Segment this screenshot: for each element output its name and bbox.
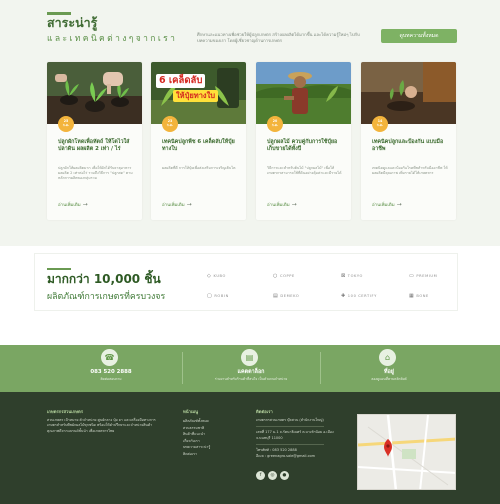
brand-logo[interactable]: ▦ BONE [409, 292, 429, 300]
footer-company: เกษตรกรสวนเกษตร บุ๊คสวน (สำนักงานใหญ่) [256, 418, 324, 422]
article-card[interactable]: 25 ก.ค. ปลูกผักโหดเพื่อหัตถ์ ให้โตไวใส่ป… [47, 62, 142, 220]
site-footer: เกษตรกรสวนเกษตร สวนเกษตร เป้าหมาย ตัวจำห… [0, 392, 500, 504]
arrow-right-icon: → [186, 201, 192, 208]
product-stats-section: มากกว่า 10,000 ชิ้น ผลิตภัณฑ์การเกษตรที่… [34, 253, 458, 311]
footer-about-text: สวนเกษตร เป้าหมาย ตัวจำหน่าย ศูนย์กลาง ป… [47, 418, 156, 433]
article-card[interactable]: 14 ก.ค. เทคนิคปลูกและป้องกัน แบบมืออาชีพ… [361, 62, 456, 220]
brand-mark-icon: ✚ [341, 293, 346, 299]
facebook-icon[interactable]: f [256, 471, 265, 481]
date-badge: 14 ก.ค. [372, 116, 388, 132]
brand-mark-icon: ▦ [409, 293, 415, 299]
footer-contact: ติดต่อเรา เกษตรกรสวนเกษตร บุ๊คสวน (สำนัก… [256, 409, 336, 481]
article-excerpt: ปลูกผักให้ผลผลิตมาก เพื่อให้ผักได้รับธาต… [58, 166, 133, 181]
read-more-link[interactable]: อ่านเพิ่มเติม → [372, 201, 402, 208]
contact-phone[interactable]: ☎ 083 520 2888 ติดต่อสอบถาม [41, 345, 181, 392]
article-card[interactable]: 6 เคล็ดลับ ให้ปุ๋ยทางใบ 23 ก.ค. เทคนิคปล… [151, 62, 246, 220]
read-more-link[interactable]: อ่านเพิ่มเติม → [162, 201, 192, 208]
arrow-right-icon: → [396, 201, 402, 208]
catalog-icon: ▤ [241, 349, 258, 366]
address-caption: ลองดูแผนที่ตามคลิกลิงค์ [371, 377, 407, 381]
footer-address: เลขที่ 177 ม.1 ถ.รัตนาธิเบศร์ ต.บางรักน้… [256, 430, 334, 440]
article-excerpt: วิธีการและสำหรับต้นไม้ "ปลูกผลไม้" เพื่อ… [267, 166, 342, 176]
product-count-headline: มากกว่า 10,000 ชิ้น [47, 272, 161, 286]
footer-menu: หน้าเมนู ผลิตภัณฑ์ทั้งหมด สวนธรรมชาติ สิ… [183, 409, 243, 458]
arrow-right-icon: → [291, 201, 297, 208]
stats-accent-bar [47, 268, 71, 270]
footer-about-title: เกษตรกรสวนเกษตร [47, 409, 83, 414]
instagram-icon[interactable]: ◎ [268, 471, 277, 481]
brand-logo[interactable]: ⊠ TOKYO [341, 272, 363, 280]
footer-link-recommended[interactable]: สินค้าที่แนะนำ [183, 431, 243, 438]
date-badge: 20 ก.ค. [267, 116, 283, 132]
footer-menu-title: หน้าเมนู [183, 409, 199, 414]
article-excerpt: เทคนิคดูแลและป้องกันโรคพืชสำหรับมืออาชีพ… [372, 166, 448, 176]
knowledge-section: สาระน่ารู้ และเทคนิคต่างๆจากเรา ศึกษาและ… [0, 0, 500, 246]
arrow-right-icon: → [82, 201, 88, 208]
brand-mark-icon: ○ [273, 273, 278, 279]
brand-mark-icon: ▤ [273, 293, 279, 299]
article-title[interactable]: ปลูกผลไม้ ควบคู่กับการใช้ปุ๋ยอ เก็บขายได… [267, 139, 343, 153]
footer-email[interactable]: อีเมล : greenagro.sale@gmail.com [256, 454, 336, 459]
read-more-link[interactable]: อ่านเพิ่มเติม → [267, 201, 297, 208]
contact-catalog[interactable]: ▤ แคตตาล็อก ร่วมงานสำหรับร้านค้าที่สนใจ … [181, 345, 321, 392]
location-map[interactable] [357, 414, 456, 490]
article-title[interactable]: เทคนิคปลูกพืช 6 เคล็ดลับให้ปุ๋ยทางใบ [162, 139, 238, 153]
footer-about: เกษตรกรสวนเกษตร สวนเกษตร เป้าหมาย ตัวจำห… [47, 409, 159, 434]
photo-headline: 6 เคล็ดลับ [156, 74, 206, 88]
section-title: สาระน่ารู้ [47, 15, 98, 30]
footer-link-contact[interactable]: ติดต่อเรา [183, 451, 243, 458]
brand-mark-icon: ◇ [207, 273, 212, 279]
date-badge: 25 ก.ค. [58, 116, 74, 132]
brand-mark-icon: ⊠ [341, 273, 346, 279]
brand-logo[interactable]: ▢ ROBIN [207, 292, 229, 300]
article-image [47, 62, 142, 124]
contact-strip: ☎ 083 520 2888 ติดต่อสอบถาม ▤ แคตตาล็อก … [0, 345, 500, 392]
brand-logo[interactable]: ▤ DEMEKO [273, 292, 299, 300]
footer-contact-title: ติดต่อเรา [256, 409, 273, 414]
article-image [256, 62, 351, 124]
view-all-articles-button[interactable]: ดูบทความทั้งหมด [381, 29, 457, 43]
section-subtitle: และเทคนิคต่างๆจากเรา [47, 34, 178, 44]
date-badge: 23 ก.ค. [162, 116, 178, 132]
article-title[interactable]: เทคนิคปลูกและป้องกัน แบบมืออาชีพ [372, 139, 448, 153]
brand-mark-icon: ▢ [207, 293, 213, 299]
contact-address[interactable]: ⌂ ที่อยู่ ลองดูแผนที่ตามคลิกลิงค์ [319, 345, 459, 392]
catalog-caption: ร่วมงานสำหรับร้านค้าที่สนใจ เป็นตัวแทนจำ… [214, 377, 288, 381]
footer-separator [256, 426, 324, 428]
article-image: 6 เคล็ดลับ ให้ปุ๋ยทางใบ [151, 62, 246, 124]
product-count-subline: ผลิตภัณฑ์การเกษตรที่ครบวงจร [47, 292, 166, 302]
footer-link-nature[interactable]: สวนธรรมชาติ [183, 425, 243, 432]
article-card[interactable]: 20 ก.ค. ปลูกผลไม้ ควบคู่กับการใช้ปุ๋ยอ เ… [256, 62, 351, 220]
brand-mark-icon: ▭ [409, 273, 415, 279]
footer-separator [256, 444, 324, 446]
article-title[interactable]: ปลูกผักโหดเพื่อหัตถ์ ให้โตไวใส่ปลาดิน ผล… [58, 139, 134, 153]
brand-logo[interactable]: ✚ 100 CERTIFY [341, 292, 377, 300]
photo-subheadline: ให้ปุ๋ยทางใบ [173, 90, 219, 102]
footer-link-products[interactable]: ผลิตภัณฑ์ทั้งหมด [183, 418, 243, 425]
section-intro: ศึกษาและแนวทางเพื่อช่วยให้ผู้ปลูกเกษตร ส… [197, 32, 360, 43]
catalog-label[interactable]: แคตตาล็อก [181, 369, 321, 376]
article-excerpt: ผลผลิตที่ดี การให้ปุ๋ยเพื่อส่งเสริมการเจ… [162, 166, 236, 170]
phone-number[interactable]: 083 520 2888 [41, 369, 181, 376]
phone-caption: ติดต่อสอบถาม [100, 377, 122, 381]
brand-logo[interactable]: ○ COPPE [273, 272, 295, 280]
footer-link-about[interactable]: เกี่ยวกับเรา [183, 438, 243, 445]
address-label[interactable]: ที่อยู่ [319, 369, 459, 376]
line-icon[interactable]: ● [280, 471, 289, 481]
footer-link-articles[interactable]: บทความสาระน่ารู้ [183, 444, 243, 451]
location-icon: ⌂ [379, 349, 396, 366]
brand-logo[interactable]: ▭ PREMIUM [409, 272, 437, 280]
article-image [361, 62, 456, 124]
phone-icon: ☎ [101, 349, 118, 366]
brand-logo[interactable]: ◇ KUBO [207, 272, 226, 280]
social-links: f ◎ ● [256, 461, 336, 481]
read-more-link[interactable]: อ่านเพิ่มเติม → [58, 201, 88, 208]
